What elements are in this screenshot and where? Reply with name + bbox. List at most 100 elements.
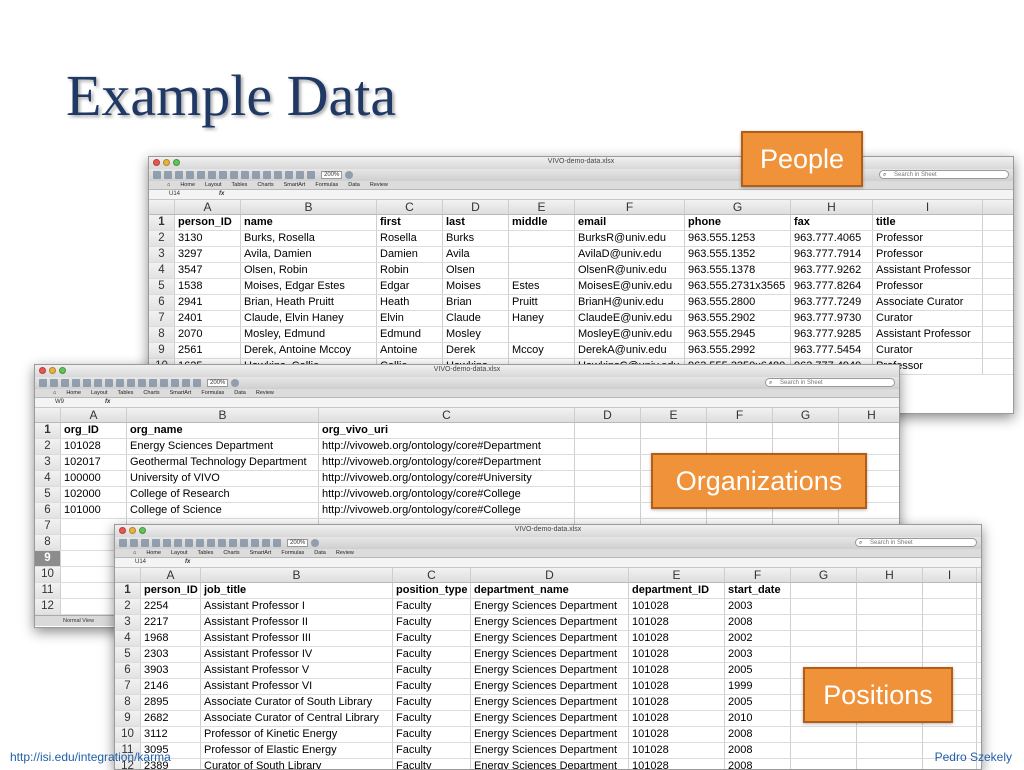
cell[interactable]: Moises [443,279,509,294]
cell[interactable]: Assistant Professor II [201,615,393,630]
cell[interactable]: 2401 [175,311,241,326]
search-input[interactable]: ⌕ Search in Sheet [879,170,1009,179]
column-header-f[interactable]: F [575,200,685,214]
cell[interactable]: Brian [443,295,509,310]
ribbon-tab-layout[interactable]: Layout [91,390,108,396]
cell[interactable]: Edgar [377,279,443,294]
cell[interactable]: Energy Sciences Department [471,727,629,742]
redo-icon[interactable] [138,379,146,387]
filter-icon[interactable] [285,171,293,179]
toolbox-icon[interactable] [193,379,201,387]
cell[interactable]: OlsenR@univ.edu [575,263,685,278]
cell[interactable]: 963.555.1253 [685,231,791,246]
cell[interactable]: 101028 [629,615,725,630]
cell[interactable] [923,599,977,614]
function-icon[interactable]: fx [105,398,110,407]
search-input[interactable]: ⌕ Search in Sheet [765,378,895,387]
cell[interactable]: 2008 [725,615,791,630]
autosum-icon[interactable] [149,379,157,387]
cell[interactable]: Derek, Antoine Mccoy [241,343,377,358]
cell[interactable]: Pruitt [509,295,575,310]
paste-icon[interactable] [185,539,193,547]
cell[interactable]: Edmund [377,327,443,342]
cell[interactable]: Curator of South Library [201,759,393,769]
cell[interactable]: Faculty [393,599,471,614]
cell[interactable]: 963.777.9285 [791,327,873,342]
ribbon-tab-data[interactable]: Data [348,182,360,188]
cell[interactable] [923,615,977,630]
cell[interactable] [575,487,641,502]
cell[interactable]: 2146 [141,679,201,694]
cell[interactable]: http://vivoweb.org/ontology/core#College [319,503,575,518]
cell[interactable]: 2008 [725,727,791,742]
row-number[interactable]: 7 [149,311,175,326]
help-icon[interactable] [345,171,354,179]
row-number[interactable]: 6 [115,663,141,678]
cell[interactable]: Estes [509,279,575,294]
cell[interactable]: 102017 [61,455,127,470]
cell[interactable]: Professor [873,279,983,294]
header-cell[interactable]: position_type [393,583,471,598]
cell[interactable]: 963.777.9262 [791,263,873,278]
cell[interactable]: BrianH@univ.edu [575,295,685,310]
row-number[interactable]: 1 [35,423,61,438]
cell[interactable]: 101028 [629,727,725,742]
row-number[interactable]: 12 [35,599,61,614]
cell[interactable]: 101028 [629,631,725,646]
cell[interactable]: Faculty [393,615,471,630]
cut-icon[interactable] [197,171,205,179]
ribbon-tab-review[interactable]: Review [370,182,388,188]
column-header-e[interactable]: E [629,568,725,582]
search-input[interactable]: ⌕ Search in Sheet [855,538,977,547]
cell[interactable]: Professor of Kinetic Energy [201,727,393,742]
header-cell[interactable] [773,423,839,438]
cell[interactable] [509,247,575,262]
cell[interactable]: Energy Sciences Department [471,759,629,769]
open-file-icon[interactable] [164,171,172,179]
cell[interactable]: Professor [873,247,983,262]
undo-icon[interactable] [207,539,215,547]
cell[interactable]: Faculty [393,663,471,678]
row-number[interactable]: 11 [35,583,61,598]
new-file-icon[interactable] [39,379,47,387]
header-cell[interactable] [839,423,899,438]
cell[interactable]: 101028 [629,695,725,710]
ribbon-tab-layout[interactable]: Layout [171,550,188,556]
cell[interactable]: 963.555.2800 [685,295,791,310]
row-number[interactable]: 6 [35,503,61,518]
cell-reference[interactable]: W9 [55,398,64,407]
cell[interactable]: 102000 [61,487,127,502]
row-number[interactable]: 3 [149,247,175,262]
cell[interactable]: Avila [443,247,509,262]
cell[interactable]: 963.555.2992 [685,343,791,358]
cell[interactable]: 2895 [141,695,201,710]
cell-reference[interactable]: U14 [169,190,180,199]
ribbon-tab-charts[interactable]: Charts [143,390,159,396]
cell[interactable] [791,615,857,630]
row-number[interactable]: 8 [149,327,175,342]
cell[interactable]: 101028 [629,663,725,678]
cell[interactable]: Burks [443,231,509,246]
cell[interactable]: Energy Sciences Department [471,599,629,614]
cell[interactable] [923,647,977,662]
sort-icon[interactable] [274,171,282,179]
column-header-b[interactable]: B [241,200,377,214]
row-number[interactable]: 5 [115,647,141,662]
cell[interactable]: College of Research [127,487,319,502]
column-header-d[interactable]: D [443,200,509,214]
cell[interactable]: 101028 [629,711,725,726]
row-number[interactable]: 8 [115,695,141,710]
sort-icon[interactable] [160,379,168,387]
cell[interactable]: Faculty [393,679,471,694]
copy-icon[interactable] [174,539,182,547]
cell[interactable]: Brian, Heath Pruitt [241,295,377,310]
cell[interactable]: 2002 [725,631,791,646]
cell[interactable] [575,455,641,470]
cell[interactable]: Claude, Elvin Haney [241,311,377,326]
cell[interactable]: Robin [377,263,443,278]
cell[interactable]: 101028 [61,439,127,454]
header-cell[interactable]: phone [685,215,791,230]
column-header-d[interactable]: D [471,568,629,582]
select-all-corner[interactable] [35,408,61,422]
cell[interactable]: 1538 [175,279,241,294]
